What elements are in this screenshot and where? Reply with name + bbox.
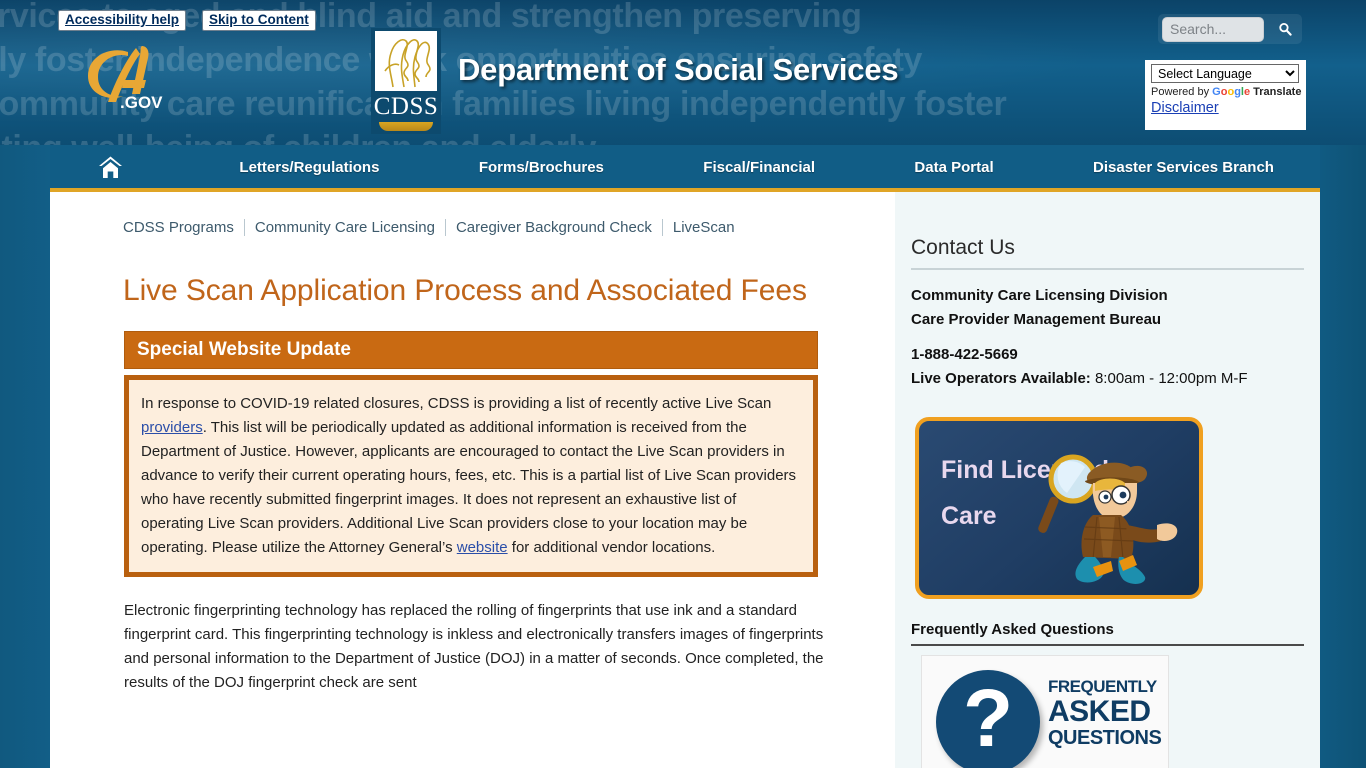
- google-letter-g: G: [1212, 86, 1221, 98]
- faq-image-text: FREQUENTLY ASKED QUESTIONS: [1048, 677, 1162, 750]
- ca-gov-logo[interactable]: .GOV: [80, 44, 188, 112]
- skip-to-content-link[interactable]: Skip to Content: [202, 10, 316, 31]
- faq-heading: Frequently Asked Questions: [911, 621, 1304, 646]
- special-update-banner-heading: Special Website Update: [124, 331, 818, 369]
- contact-bureau: Care Provider Management Bureau: [911, 311, 1162, 328]
- sidebar-inner: Contact Us Community Care Licensing Divi…: [895, 192, 1320, 768]
- question-mark-icon: ?: [936, 670, 1040, 768]
- content-container: CDSS Programs Community Care Licensing C…: [50, 192, 1320, 768]
- skip-links: Accessibility help Skip to Content: [58, 10, 316, 31]
- main-content-column: CDSS Programs Community Care Licensing C…: [50, 192, 895, 768]
- sidebar-column: Contact Us Community Care Licensing Divi…: [895, 192, 1320, 768]
- google-letter-g2: g: [1234, 86, 1241, 98]
- nav-fiscal-financial[interactable]: Fiscal/Financial: [703, 159, 815, 176]
- cdss-logo-text: CDSS: [373, 93, 439, 120]
- disclaimer-link[interactable]: Disclaimer: [1151, 100, 1219, 116]
- breadcrumb: CDSS Programs Community Care Licensing C…: [123, 219, 895, 236]
- alert-website-link[interactable]: website: [457, 539, 508, 556]
- find-licensed-care-banner[interactable]: Find Licensed Care: [915, 417, 1203, 599]
- breadcrumb-item-community-care-licensing[interactable]: Community Care Licensing: [245, 219, 445, 236]
- site-header: services to aged and blind aid and stren…: [0, 0, 1366, 145]
- page-root: services to aged and blind aid and stren…: [0, 0, 1366, 768]
- search-input[interactable]: [1162, 16, 1264, 42]
- intro-paragraph: Electronic fingerprinting technology has…: [124, 602, 824, 691]
- search-icon: [1279, 22, 1292, 36]
- search-button[interactable]: [1272, 16, 1298, 42]
- alert-text-part-3: for additional vendor locations.: [507, 539, 716, 556]
- home-icon: [98, 156, 122, 178]
- contact-phone[interactable]: 1-888-422-5669: [911, 343, 1292, 367]
- department-title: Department of Social Services: [458, 52, 899, 87]
- translate-word: Translate: [1250, 86, 1302, 98]
- detective-illustration-icon: [1038, 454, 1178, 584]
- accessibility-help-link[interactable]: Accessibility help: [58, 10, 187, 31]
- powered-by-prefix: Powered by: [1151, 86, 1213, 98]
- cdss-logo[interactable]: CDSS: [371, 28, 441, 134]
- nav-data-portal[interactable]: Data Portal: [914, 159, 993, 176]
- faq-image-link[interactable]: ? FREQUENTLY ASKED QUESTIONS: [921, 655, 1169, 768]
- svg-text:.GOV: .GOV: [120, 93, 163, 112]
- nav-letters-regulations[interactable]: Letters/Regulations: [239, 159, 379, 176]
- contact-hours-label: Live Operators Available:: [911, 370, 1091, 387]
- language-select[interactable]: Select Language: [1151, 64, 1299, 83]
- page-title: Live Scan Application Process and Associ…: [123, 274, 807, 307]
- alert-text-part-2: . This list will be periodically updated…: [141, 419, 797, 556]
- faq-word-asked: ASKED: [1048, 695, 1151, 728]
- google-translate-panel: Select Language Powered by Google Transl…: [1145, 60, 1306, 130]
- search-area: [1158, 14, 1302, 44]
- powered-by-google-translate: Powered by Google Translate: [1151, 86, 1302, 98]
- contact-hours: Live Operators Available: 8:00am - 12:00…: [911, 367, 1292, 391]
- special-update-banner-body: In response to COVID-19 related closures…: [124, 375, 818, 577]
- contact-division: Community Care Licensing Division: [911, 287, 1168, 304]
- breadcrumb-item-caregiver-background-check[interactable]: Caregiver Background Check: [446, 219, 662, 236]
- ca-gov-logo-icon: .GOV: [88, 46, 163, 112]
- question-mark-glyph: ?: [962, 673, 1014, 764]
- nav-forms-brochures[interactable]: Forms/Brochures: [479, 159, 604, 176]
- nav-home-button[interactable]: [80, 155, 140, 180]
- alert-providers-link[interactable]: providers: [141, 419, 203, 436]
- breadcrumb-item-livescan[interactable]: LiveScan: [663, 219, 745, 236]
- contact-gap: [911, 332, 1292, 343]
- cdss-logo-swoosh: [379, 122, 433, 131]
- faq-word-questions: QUESTIONS: [1048, 727, 1162, 749]
- alert-text-part-1: In response to COVID-19 related closures…: [141, 395, 772, 412]
- faq-word-frequently: FREQUENTLY: [1048, 677, 1157, 696]
- nav-disaster-services-branch[interactable]: Disaster Services Branch: [1093, 159, 1274, 176]
- main-navigation: Letters/Regulations Forms/Brochures Fisc…: [50, 145, 1320, 190]
- nav-gold-rule: [50, 188, 1320, 192]
- contact-hours-value: 8:00am - 12:00pm M-F: [1090, 370, 1248, 387]
- contact-details: Community Care Licensing Division Care P…: [911, 284, 1292, 391]
- contact-us-heading: Contact Us: [911, 236, 1304, 270]
- cdss-logo-faces-icon: [375, 31, 437, 91]
- breadcrumb-item-cdss-programs[interactable]: CDSS Programs: [123, 219, 244, 236]
